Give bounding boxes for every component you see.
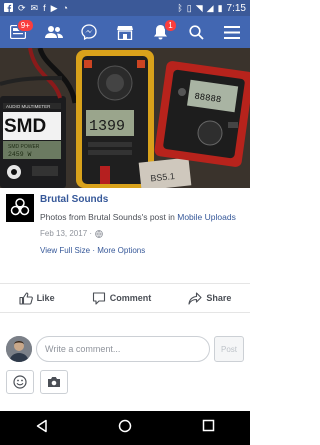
- comment-bubble-icon: [92, 291, 105, 305]
- share-button[interactable]: Share: [188, 291, 232, 305]
- meter-reading: 1399: [89, 118, 125, 135]
- photo-attach-button[interactable]: [40, 370, 68, 394]
- back-triangle-icon: [36, 419, 47, 432]
- post-description: Photos from Brutal Sounds's post in Mobi…: [40, 212, 244, 222]
- comment-composer: Post: [6, 334, 244, 364]
- post-links: View Full Size · More Options: [40, 246, 145, 255]
- wifi-icon: ◥: [195, 2, 203, 13]
- status-bar: ⟳ ✉ f ▶ ◔ ᛒ ▯ ◥ ◢ ▮ 7:15: [0, 0, 250, 16]
- home-button[interactable]: [118, 419, 132, 438]
- reaction-bar: Like Comment Share: [0, 283, 250, 313]
- biohazard-logo-icon: [10, 198, 30, 216]
- tab-messenger[interactable]: [75, 18, 103, 46]
- marketplace-icon: [116, 25, 133, 40]
- mail-icon: ✉: [30, 2, 39, 13]
- battery-icon: ▮: [217, 2, 223, 13]
- smd-logo-text: SMD: [4, 116, 46, 137]
- tab-notifications[interactable]: 1: [147, 18, 177, 46]
- share-arrow-icon: [188, 291, 202, 305]
- sticker-button[interactable]: [6, 370, 34, 394]
- tab-search[interactable]: [182, 18, 210, 46]
- smd-audio-multimeter: AUDIO MULTIMETER SMD SMD POWER 2459 W: [0, 96, 66, 188]
- bs51-tag: BS5.1: [138, 157, 192, 188]
- page-avatar[interactable]: [6, 194, 34, 222]
- post-photo[interactable]: AUDIO MULTIMETER SMD SMD POWER 2459 W 13…: [0, 48, 250, 188]
- comment-attachments: [6, 370, 68, 394]
- red-clamp-meter: 88888: [154, 61, 250, 167]
- home-circle-icon: [119, 419, 132, 432]
- android-nav-bar: [0, 411, 250, 445]
- comment-label: Comment: [109, 293, 152, 303]
- back-button[interactable]: [35, 419, 49, 438]
- smd-power-label: SMD POWER: [8, 144, 40, 150]
- recents-square-icon: [202, 419, 215, 432]
- comment-input[interactable]: [36, 336, 210, 362]
- facebook-notification-icon: [4, 2, 13, 14]
- public-globe-icon: [95, 229, 103, 238]
- like-label: Like: [36, 293, 55, 303]
- messenger-icon: ◔: [62, 3, 68, 13]
- bluetooth-icon: ᛒ: [177, 3, 183, 13]
- smd-power-reading: 2459 W: [8, 151, 32, 158]
- post-date: Feb 13, 2017 ·: [40, 229, 103, 238]
- multimeter-label: AUDIO MULTIMETER: [6, 104, 51, 109]
- news-feed-badge: 9+: [16, 19, 34, 32]
- facebook-icon: f: [43, 3, 46, 13]
- multimeters-photo: AUDIO MULTIMETER SMD SMD POWER 2459 W 13…: [0, 48, 250, 188]
- tab-friend-requests[interactable]: [40, 18, 68, 46]
- thumbs-up-icon: [19, 291, 33, 305]
- post-date-text[interactable]: Feb 13, 2017 ·: [40, 229, 92, 238]
- share-label: Share: [206, 293, 232, 303]
- comment-button[interactable]: Comment: [92, 291, 152, 305]
- tab-news-feed[interactable]: 9+: [4, 18, 34, 46]
- user-photo: [6, 336, 32, 362]
- like-button[interactable]: Like: [19, 291, 55, 305]
- smiley-icon: [13, 375, 27, 389]
- more-options-link[interactable]: More Options: [97, 246, 145, 255]
- album-link[interactable]: Mobile Uploads: [177, 212, 236, 222]
- tab-marketplace[interactable]: [111, 18, 139, 46]
- current-user-avatar: [6, 336, 32, 362]
- friends-icon: [44, 26, 63, 38]
- notifications-badge: 1: [164, 19, 177, 32]
- camera-icon: [48, 377, 60, 387]
- tab-menu[interactable]: [218, 18, 246, 46]
- clock: 7:15: [226, 2, 246, 14]
- youtube-icon: ▶: [50, 2, 58, 13]
- sync-icon: ⟳: [18, 2, 26, 13]
- post-description-text: Photos from Brutal Sounds's post in: [40, 212, 178, 222]
- recents-button[interactable]: [202, 419, 215, 437]
- signal-icon: ◢: [206, 2, 214, 13]
- hamburger-menu-icon: [224, 25, 241, 39]
- view-full-size-link[interactable]: View Full Size: [40, 246, 90, 255]
- messenger-icon: [81, 24, 97, 40]
- vibrate-icon: ▯: [186, 2, 192, 13]
- facebook-nav-bar: 9+ 1: [0, 16, 250, 48]
- page-name-link[interactable]: Brutal Sounds: [40, 194, 108, 205]
- search-icon: [189, 24, 204, 40]
- post-header: Brutal Sounds Photos from Brutal Sounds'…: [6, 192, 244, 256]
- post-comment-button[interactable]: Post: [214, 336, 244, 362]
